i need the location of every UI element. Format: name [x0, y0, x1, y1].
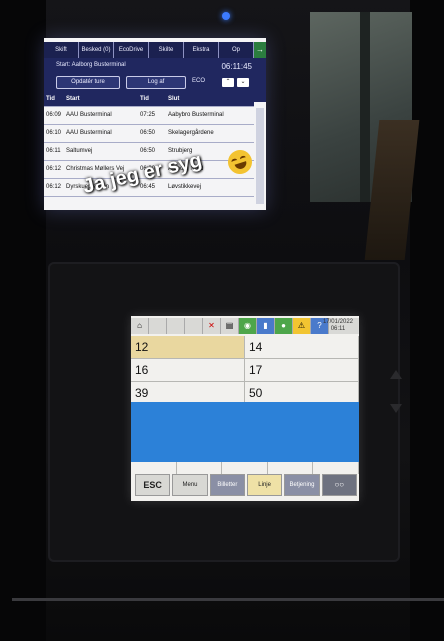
status-icon: ●	[275, 318, 293, 334]
arrow-right-icon[interactable]: →	[254, 42, 266, 58]
photo: Skift Besked (0) EcoDrive Skilte Ekstra …	[0, 0, 444, 641]
tab-skift[interactable]: Skift	[44, 42, 79, 58]
line-cell[interactable]: 39	[131, 382, 245, 404]
table-cell: 06:12	[46, 166, 62, 172]
table-row[interactable]: 06:10 AAU Busterminal 06:50 Skelagergård…	[44, 125, 254, 143]
esc-button[interactable]: ESC	[135, 474, 171, 496]
column-header: Slut	[168, 96, 180, 102]
tab-ekstra[interactable]: Ekstra	[184, 42, 219, 58]
clock: 06:11:45	[221, 62, 252, 71]
ticket-device-screen: ⌂ ✕ ▤ ◉ ▮ ● ⚠ ? 17/01/2022 06:11 12 14 1…	[131, 316, 359, 501]
date-time: 17/01/2022 06:11	[323, 319, 353, 333]
scrollbar[interactable]	[256, 108, 264, 204]
home-icon[interactable]: ⌂	[131, 318, 149, 334]
tab-skilte[interactable]: Skilte	[149, 42, 184, 58]
grid-row: 16 17	[131, 359, 359, 382]
extra-button[interactable]: ○○	[321, 474, 357, 496]
device-up-button[interactable]	[390, 370, 402, 379]
menu-button[interactable]: Menu	[172, 474, 208, 496]
up-icon[interactable]: ⌃	[222, 78, 234, 87]
table-cell: AAU Busterminal	[66, 112, 112, 118]
line-cell[interactable]: 50	[245, 382, 359, 404]
column-header: Tid	[140, 96, 149, 102]
table-row[interactable]: 06:11 Saltumvej 06:50 Strubjerg	[44, 143, 254, 161]
warning-icon[interactable]: ⚠	[293, 318, 311, 334]
date: 17/01/2022	[322, 319, 353, 325]
story-progress-bar	[12, 598, 444, 601]
tab-ecodrive[interactable]: EcoDrive	[114, 42, 149, 58]
gps-icon: ◉	[239, 318, 257, 334]
logout-button[interactable]: Log af	[126, 76, 186, 89]
table-cell: 06:09	[46, 112, 62, 118]
blank-slot	[149, 318, 167, 334]
table-cell: Aabybro Busterminal	[168, 112, 224, 118]
blue-indicator-light	[222, 12, 230, 20]
table-cell: 06:11	[46, 148, 61, 154]
column-header: Tid	[46, 96, 55, 102]
device-down-button[interactable]	[390, 404, 402, 413]
time: 06:11	[330, 326, 346, 332]
line-cell[interactable]: 14	[245, 336, 359, 358]
table-cell: Saltumvej	[66, 148, 93, 154]
grid-row: 12 14	[131, 336, 359, 359]
tab-besked[interactable]: Besked (0)	[79, 42, 114, 58]
empty-row	[131, 462, 359, 474]
table-cell: Løvstikkevej	[168, 184, 202, 190]
line-button[interactable]: Linje	[246, 474, 283, 496]
blank-slot	[167, 318, 185, 334]
eco-label: ECO	[192, 78, 206, 84]
printer-icon: ▤	[221, 318, 239, 334]
table-cell: Skelagergårdene	[168, 130, 214, 136]
blue-band	[131, 402, 359, 462]
driver-route-screen: Skift Besked (0) EcoDrive Skilte Ekstra …	[44, 38, 266, 210]
table-row[interactable]: 06:09 AAU Busterminal 07:25 Aabybro Bust…	[44, 107, 254, 125]
table-cell: 06:50	[140, 130, 156, 136]
down-icon[interactable]: ⌄	[237, 78, 249, 87]
left-edge	[0, 0, 46, 641]
window-post	[360, 12, 370, 202]
line-cell[interactable]: 16	[131, 359, 245, 381]
blank-slot	[185, 318, 203, 334]
column-header: Start	[66, 96, 80, 102]
line-grid: 12 14 16 17 39 50	[131, 336, 359, 405]
start-label: Start: Aalborg Busterminal	[56, 62, 126, 68]
line-cell[interactable]: 12	[131, 336, 245, 358]
tab-op[interactable]: Op	[219, 42, 254, 58]
table-cell: AAU Busterminal	[66, 130, 112, 136]
status-toolbar: ⌂ ✕ ▤ ◉ ▮ ● ⚠ ? 17/01/2022 06:11	[131, 318, 359, 334]
tab-bar: Skift Besked (0) EcoDrive Skilte Ekstra …	[44, 42, 266, 58]
right-edge	[410, 0, 444, 641]
bottom-menu: ESC Menu Billetter Linje Betjening ○○	[135, 474, 357, 496]
network-off-icon: ✕	[203, 318, 221, 334]
update-trips-button[interactable]: Opdatér ture	[56, 76, 120, 89]
line-cell[interactable]: 17	[245, 359, 359, 381]
table-cell: 06:10	[46, 130, 62, 136]
table-cell: 06:12	[46, 184, 62, 190]
table-header: Tid Start Tid Slut	[44, 92, 254, 107]
operation-button[interactable]: Betjening	[284, 474, 320, 496]
tickets-button[interactable]: Billetter	[209, 474, 245, 496]
table-cell: 07:25	[140, 112, 156, 118]
card-reader-icon: ▮	[257, 318, 275, 334]
